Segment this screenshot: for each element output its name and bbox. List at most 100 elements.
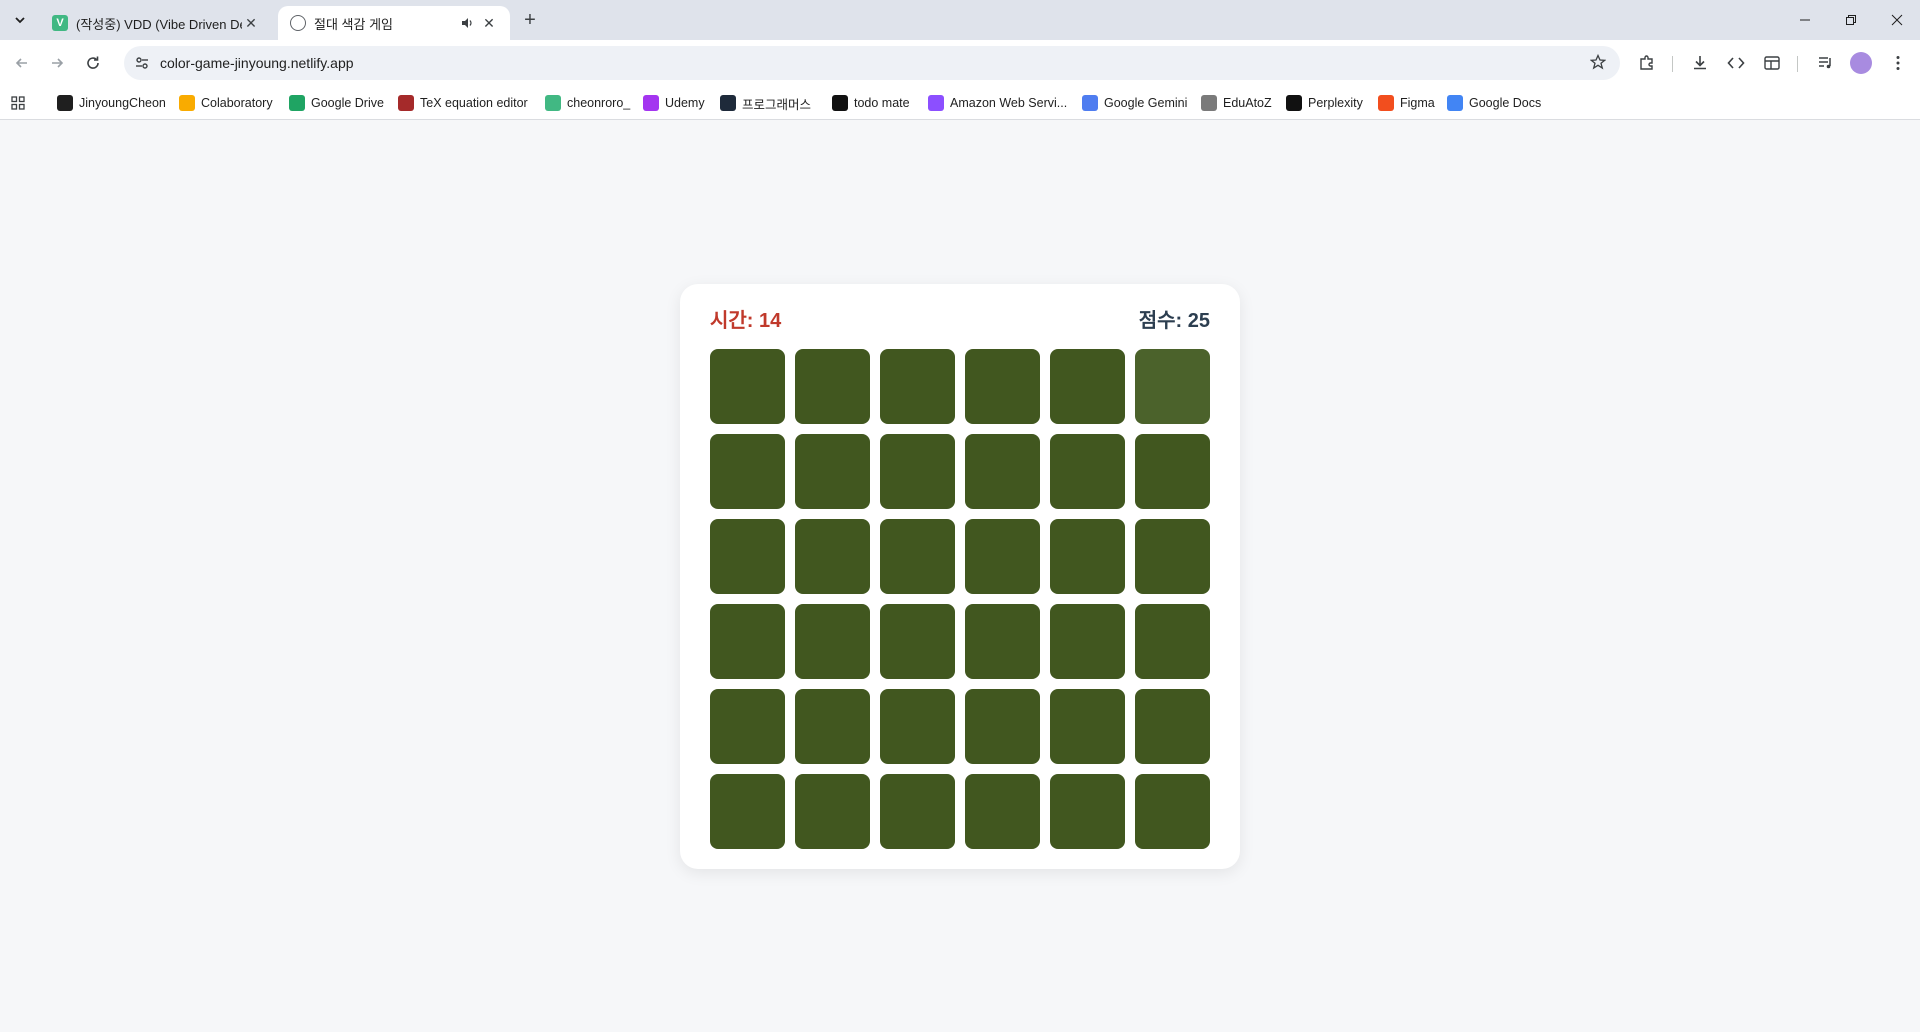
color-tile[interactable] [710,349,785,424]
color-tile[interactable] [1050,434,1125,509]
browser-toolbar: color-game-jinyoung.netlify.app [0,40,1920,86]
color-tile[interactable] [880,434,955,509]
bookmarks-bar: JinyoungCheon Colaboratory Google Drive TeX… [0,86,1920,120]
reload-icon [87,56,99,69]
close-tab-icon[interactable]: ✕ [242,14,260,32]
close-window-button[interactable] [1874,0,1920,40]
tab-vdd[interactable]: V (작성중) VDD (Vibe Driven De ✕ [40,6,272,40]
color-tile[interactable] [1135,519,1210,594]
menu-kebab-icon[interactable] [1886,51,1910,75]
color-tile[interactable] [795,349,870,424]
score-display: 점수: 25 [1138,310,1210,332]
arrow-left-icon [15,58,27,68]
reload-button[interactable] [78,48,108,78]
color-tile-odd[interactable] [1135,349,1210,424]
bookmark-label: JinyoungCheon [79,96,166,110]
color-tile[interactable] [965,519,1040,594]
apps-button[interactable] [10,93,26,113]
color-tile[interactable] [1050,689,1125,764]
color-tile[interactable] [795,774,870,849]
color-tile[interactable] [795,604,870,679]
color-tile[interactable] [965,774,1040,849]
forward-button[interactable] [42,48,72,78]
color-tile[interactable] [965,604,1040,679]
color-tile[interactable] [965,434,1040,509]
color-tile[interactable] [880,689,955,764]
tab-color-game[interactable]: 절대 색감 게임 ✕ [278,6,510,40]
profile-avatar[interactable] [1850,52,1872,74]
chevron-down-icon [15,17,25,24]
game-card: 시간: 14 점수: 25 [680,284,1240,869]
tex-icon [398,95,414,111]
docs-icon [1447,95,1463,111]
bookmark-star-icon[interactable] [1589,53,1607,75]
bookmark-item[interactable]: Google Docs [1447,93,1541,113]
bookmark-item[interactable]: Amazon Web Servi... [928,93,1067,113]
plus-icon: + [524,8,536,31]
side-panel-icon[interactable] [1760,51,1784,75]
arrow-right-icon [52,58,64,68]
aws-cube-icon [928,95,944,111]
back-button[interactable] [7,48,37,78]
color-tile[interactable] [795,519,870,594]
color-tile[interactable] [1050,519,1125,594]
minimize-button[interactable] [1782,0,1828,40]
bookmark-item[interactable]: Google Gemini [1082,93,1187,113]
color-tile[interactable] [1135,774,1210,849]
media-control-icon[interactable] [1814,51,1838,75]
color-tile[interactable] [880,349,955,424]
bookmark-item[interactable]: 프로그래머스 [720,93,811,113]
extensions-icon[interactable] [1635,51,1659,75]
url-text[interactable]: color-game-jinyoung.netlify.app [160,55,354,71]
figma-icon [1378,95,1394,111]
bookmark-item[interactable]: cheonroro_ [545,93,630,113]
bookmark-item[interactable]: todo mate [832,93,910,113]
toolbar-divider [1797,56,1798,72]
color-tile[interactable] [795,689,870,764]
apps-grid-icon [11,96,25,110]
download-icon[interactable] [1688,51,1712,75]
bookmark-item[interactable]: Figma [1378,93,1435,113]
code-icon[interactable] [1724,51,1748,75]
perplexity-icon [1286,95,1302,111]
new-tab-button[interactable]: + [518,8,542,32]
site-info-icon[interactable] [124,55,160,71]
bookmark-item[interactable]: Colaboratory [179,93,273,113]
color-tile[interactable] [1050,349,1125,424]
tab-search-button[interactable] [6,6,34,34]
address-bar[interactable]: color-game-jinyoung.netlify.app [124,46,1620,80]
color-tile[interactable] [1135,689,1210,764]
programmers-icon [720,95,736,111]
bookmark-label: Google Docs [1469,96,1542,110]
color-tile[interactable] [710,519,785,594]
globe-icon [290,15,306,31]
bookmark-item[interactable]: Perplexity [1286,93,1363,113]
tab-title: (작성중) VDD (Vibe Driven De [76,16,242,32]
color-tile[interactable] [1135,434,1210,509]
color-tile[interactable] [880,604,955,679]
bookmark-item[interactable]: TeX equation editor [398,93,528,113]
restore-icon [1846,15,1856,25]
restore-button[interactable] [1828,0,1874,40]
color-tile[interactable] [1050,604,1125,679]
color-tile[interactable] [1135,604,1210,679]
color-tile[interactable] [880,519,955,594]
udemy-icon [643,95,659,111]
bookmark-item[interactable]: EduAtoZ [1201,93,1272,113]
speaker-icon[interactable] [458,14,476,32]
bookmark-item[interactable]: Udemy [643,93,705,113]
color-tile[interactable] [1050,774,1125,849]
color-tile[interactable] [710,774,785,849]
color-tile[interactable] [710,689,785,764]
close-tab-icon[interactable]: ✕ [480,14,498,32]
color-tile[interactable] [965,689,1040,764]
bookmark-label: Colaboratory [201,96,273,110]
color-tile[interactable] [710,604,785,679]
bookmark-item[interactable]: JinyoungCheon [57,93,166,113]
bookmark-item[interactable]: Google Drive [289,93,384,113]
bookmark-label: Google Gemini [1104,96,1188,110]
color-tile[interactable] [710,434,785,509]
color-tile[interactable] [880,774,955,849]
color-tile[interactable] [965,349,1040,424]
color-tile[interactable] [795,434,870,509]
